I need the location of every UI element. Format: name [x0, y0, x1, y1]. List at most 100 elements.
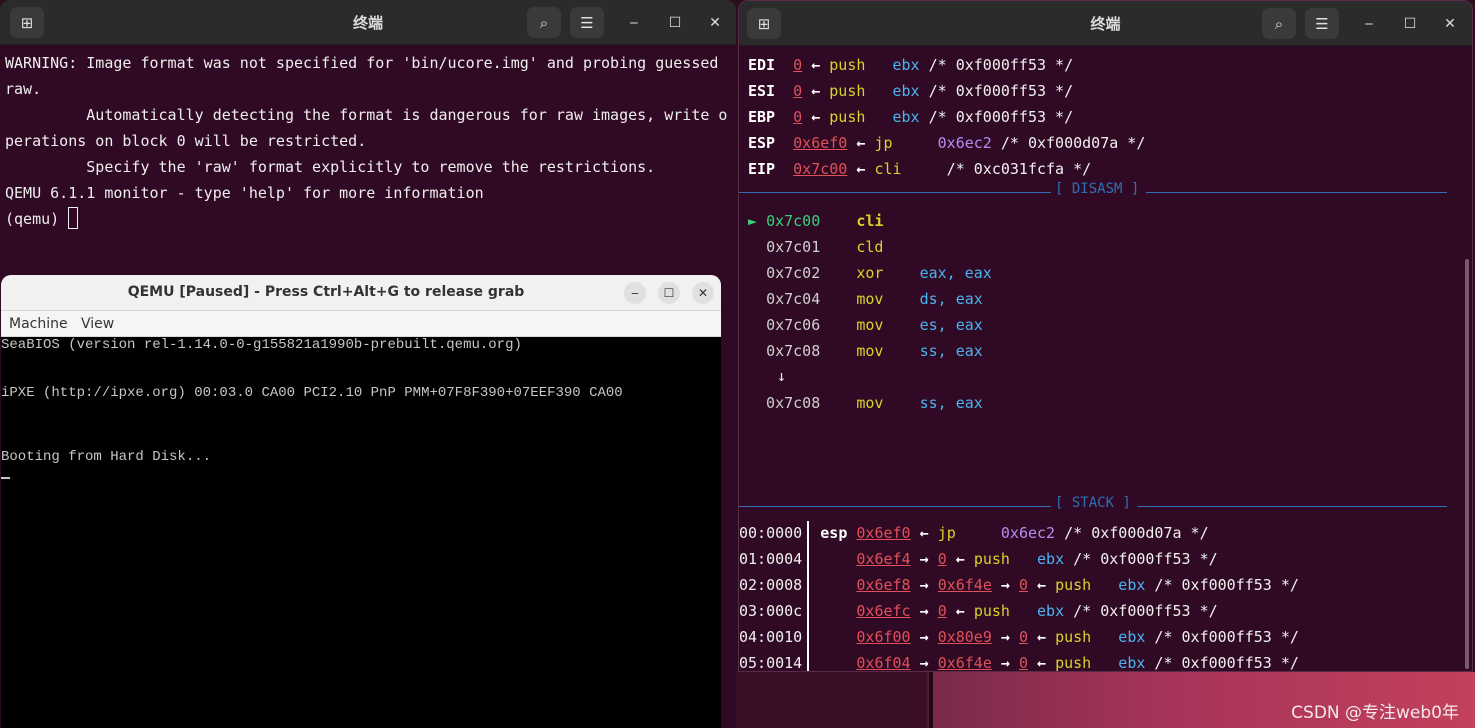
terminal-line: WARNING: Image format was not specified … [5, 54, 719, 72]
stack-address: 0 [1018, 576, 1028, 594]
stack-address: 0 [1018, 654, 1028, 672]
register-name: EIP [748, 160, 794, 178]
register-name: ESI [748, 82, 794, 100]
stack-register [802, 602, 856, 620]
instruction: push [1055, 654, 1092, 672]
qemu-window[interactable]: QEMU [Paused] - Press Ctrl+Alt+G to rele… [1, 275, 721, 728]
instruction: push [829, 82, 866, 100]
stack-address: 0x6f00 [856, 628, 911, 646]
stack-address: 0x6ef4 [856, 550, 911, 568]
scrollbar[interactable] [1465, 259, 1469, 669]
arrow-icon: ← [847, 134, 875, 152]
close-icon[interactable]: ✕ [692, 282, 714, 304]
search-icon[interactable]: ⌕ [527, 7, 561, 38]
minimize-icon[interactable]: ‒ [623, 12, 645, 34]
arrow-icon: ← [802, 108, 830, 126]
instruction: push [1055, 576, 1092, 594]
stack-offset: 03:000c [739, 602, 803, 620]
menu-machine[interactable]: Machine [9, 316, 68, 332]
disasm-address: 0x7c06 [766, 316, 821, 334]
left-terminal-output[interactable]: WARNING: Image format was not specified … [5, 50, 727, 232]
arrow-icon: → [910, 602, 938, 620]
stack-address: 0x80e9 [937, 628, 992, 646]
disasm-instruction: xor [820, 264, 920, 282]
vm-screen[interactable]: SeaBIOS (version rel-1.14.0-0-g155821a19… [1, 337, 721, 728]
stack-register [802, 628, 856, 646]
instruction: cli [874, 160, 902, 178]
separator-line [739, 192, 1051, 193]
text-cursor[interactable] [68, 207, 79, 229]
stack-offset: 02:0008 [739, 576, 803, 594]
arrow-icon: ← [946, 602, 974, 620]
search-icon[interactable]: ⌕ [1262, 8, 1296, 39]
minimize-icon[interactable]: ‒ [624, 282, 646, 304]
comment: /* 0xf000ff53 */ [919, 56, 1074, 74]
right-terminal-titlebar[interactable]: ⊞ 终端 ⌕ ☰ ‒ ☐ ✕ [739, 1, 1472, 46]
register-value: 0x7c00 [793, 160, 848, 178]
stack-register [802, 654, 856, 671]
instruction: push [973, 602, 1010, 620]
stack-row: 04:0010 0x6f00 → 0x80e9 → 0 ← push ebx /… [739, 624, 1299, 650]
close-icon[interactable]: ✕ [704, 12, 726, 34]
left-terminal-titlebar[interactable]: ⊞ 终端 ⌕ ☰ ‒ ☐ ✕ [0, 0, 736, 45]
hamburger-menu-icon[interactable]: ☰ [1305, 8, 1339, 39]
instruction: push [829, 56, 866, 74]
maximize-icon[interactable]: ☐ [658, 282, 680, 304]
hamburger-menu-icon[interactable]: ☰ [570, 7, 604, 38]
qemu-menubar: Machine View [1, 311, 721, 337]
comment: /* 0xf000ff53 */ [919, 82, 1074, 100]
stack-offset: 00:0000 [739, 524, 803, 542]
close-icon[interactable]: ✕ [1439, 13, 1461, 35]
stack-offset: 01:0004 [739, 550, 803, 568]
stack-row: 01:0004 0x6ef4 → 0 ← push ebx /* 0xf000f… [739, 546, 1218, 572]
instruction: push [829, 108, 866, 126]
stack-address: 0x6f4e [937, 654, 992, 672]
disasm-row: 0x7c02 xor eax, eax [748, 260, 992, 286]
arrow-icon: ← [1028, 654, 1056, 672]
arrow-icon: → [991, 628, 1019, 646]
qemu-titlebar[interactable]: QEMU [Paused] - Press Ctrl+Alt+G to rele… [1, 275, 721, 311]
comment: /* 0xc031fcfa */ [901, 160, 1092, 178]
arrow-icon: → [991, 654, 1019, 672]
arrow-icon: ← [802, 82, 830, 100]
stack-address: 0x6f4e [937, 576, 992, 594]
disasm-operands: ss, eax [919, 394, 983, 412]
stack-address: 0x6ef0 [856, 524, 911, 542]
wallpaper-divider [929, 672, 933, 728]
separator-line [1146, 192, 1447, 193]
disasm-row: 0x7c01 cld [748, 234, 920, 260]
arrow-icon: → [910, 576, 938, 594]
terminal-line: QEMU 6.1.1 monitor - type 'help' for mor… [5, 184, 484, 202]
register-row: ESP 0x6ef0 ← jp 0x6ec2 /* 0xf000d07a */ [748, 130, 1145, 156]
stack-offset: 04:0010 [739, 628, 803, 646]
comment: /* 0xf000ff53 */ [1145, 654, 1299, 672]
disasm-operands: ss, eax [919, 342, 983, 360]
stack-address: 0x6ef8 [856, 576, 911, 594]
operand: ebx [1009, 550, 1065, 568]
current-marker [748, 290, 766, 308]
minimize-icon[interactable]: ‒ [1358, 13, 1380, 35]
operand: ebx [865, 82, 920, 100]
disasm-address: 0x7c00 [766, 212, 821, 230]
stack-address: 0x6f04 [856, 654, 911, 672]
disasm-instruction: cli [820, 212, 920, 230]
comment: /* 0xf000ff53 */ [1064, 602, 1218, 620]
right-terminal-window[interactable]: ⊞ 终端 ⌕ ☰ ‒ ☐ ✕ EDI 0 ← push ebx /* 0xf00… [738, 0, 1473, 672]
separator-label: [ DISASM ] [1055, 181, 1140, 197]
comment: /* 0xf000d07a */ [1055, 524, 1209, 542]
maximize-icon[interactable]: ☐ [1399, 13, 1421, 35]
operand: 0x6ec2 [892, 134, 992, 152]
comment: /* 0xf000ff53 */ [1145, 576, 1299, 594]
menu-view[interactable]: View [81, 316, 114, 332]
vm-line: Booting from Hard Disk... [1, 449, 212, 465]
stack-register [802, 576, 856, 594]
maximize-icon[interactable]: ☐ [664, 12, 686, 34]
register-name: EBP [748, 108, 794, 126]
separator-label: [ STACK ] [1055, 495, 1131, 511]
operand: ebx [1091, 654, 1146, 672]
operand: ebx [1091, 576, 1146, 594]
down-arrow-icon: ↓ [777, 367, 787, 385]
terminal-line: Specify the 'raw' format explicitly to r… [5, 158, 656, 176]
operand: ebx [1091, 628, 1146, 646]
operand: 0x6ec2 [955, 524, 1056, 542]
